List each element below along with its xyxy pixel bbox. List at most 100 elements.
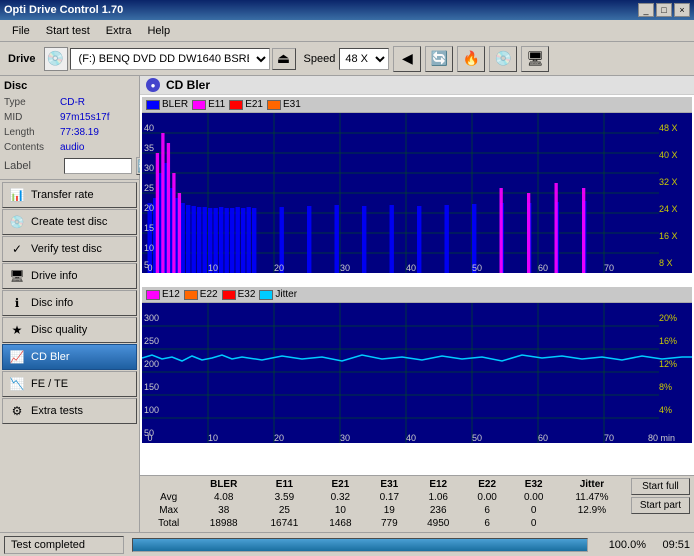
stats-col-e11: E11 [254,478,315,491]
top-chart-svg: 40 35 30 25 20 15 10 5 0 10 20 30 40 [142,113,692,273]
svg-text:10: 10 [144,243,154,253]
svg-text:250: 250 [144,336,159,346]
disc-type-value: CD-R [60,96,85,110]
nav-transfer-rate[interactable]: 📊 Transfer rate [2,182,137,208]
disc-length-row: Length 77:38.19 [4,126,135,140]
title-bar: Opti Drive Control 1.70 _ □ × [0,0,694,20]
stats-col-e12: E12 [413,478,464,491]
time-text: 09:51 [650,539,690,551]
disc-info-icon: ℹ [9,295,25,311]
nav-create-test-disc[interactable]: 💿 Create test disc [2,209,137,235]
nav-drive-info[interactable]: 🖥 Drive info [2,263,137,289]
stats-col-bler: BLER [193,478,254,491]
minimize-button[interactable]: _ [638,3,654,17]
svg-text:0: 0 [148,433,153,443]
drive-dropdown[interactable]: (F:) BENQ DVD DD DW1640 BSRB [70,48,270,70]
disc-label-row: Label 🔄 [4,157,135,175]
svg-text:10: 10 [208,433,218,443]
disc-mid-row: MID 97m15s17f [4,111,135,125]
max-e12: 236 [413,504,464,517]
stats-col-e32: E32 [510,478,557,491]
drive-icon: 💿 [44,47,68,71]
maximize-button[interactable]: □ [656,3,672,17]
max-e21: 10 [315,504,366,517]
menu-file[interactable]: File [4,23,38,39]
e32-legend-label: E32 [238,289,256,300]
svg-text:30: 30 [144,163,154,173]
disc-section: Disc Type CD-R MID 97m15s17f Length 77:3… [0,76,139,180]
stats-table: BLER E11 E21 E31 E12 E22 E32 Jitter [144,478,627,530]
burn-button[interactable]: 🔥 [457,46,485,72]
speed-dropdown[interactable]: 48 X [339,48,389,70]
nav-disc-quality[interactable]: ★ Disc quality [2,317,137,343]
e11-legend-label: E11 [208,99,225,110]
jitter-legend-label: Jitter [275,289,297,300]
nav-cd-bler-label: CD Bler [31,351,70,363]
settings-button[interactable]: 🖥 [521,46,549,72]
svg-text:16 X: 16 X [659,231,678,241]
create-test-disc-icon: 💿 [9,214,25,230]
charts-area: BLER E11 E21 E31 [140,95,694,532]
progress-container [132,538,588,552]
svg-text:50: 50 [472,263,482,273]
e22-legend: E22 [184,289,218,300]
back-button[interactable]: ◀ [393,46,421,72]
top-chart-wrapper: BLER E11 E21 E31 [142,97,692,285]
menu-extra[interactable]: Extra [98,23,140,39]
e22-legend-color [184,290,198,300]
nav-disc-info[interactable]: ℹ Disc info [2,290,137,316]
svg-text:0: 0 [148,263,153,273]
stats-area: BLER E11 E21 E31 E12 E22 E32 Jitter [140,475,694,532]
disc-label-input[interactable] [64,158,132,174]
nav-disc-info-label: Disc info [31,297,73,309]
nav-fe-te[interactable]: 📉 FE / TE [2,371,137,397]
avg-e12: 1.06 [413,491,464,504]
nav-cd-bler[interactable]: 📈 CD Bler [2,344,137,370]
chart-title-icon: ● [146,78,160,92]
bottom-chart-svg: 300 250 200 150 100 50 0 10 20 30 40 50 … [142,303,692,443]
toolbar: Drive 💿 (F:) BENQ DVD DD DW1640 BSRB ⏏ S… [0,42,694,76]
bler-legend-label: BLER [162,99,188,110]
svg-text:30: 30 [340,263,350,273]
svg-text:40: 40 [406,263,416,273]
svg-text:24 X: 24 X [659,204,678,214]
start-part-button[interactable]: Start part [631,497,690,514]
refresh-button[interactable]: 🔄 [425,46,453,72]
start-full-button[interactable]: Start full [631,478,690,495]
drive-info-icon: 🖥 [9,268,25,284]
svg-text:48 X: 48 X [659,123,678,133]
nav-extra-tests[interactable]: ⚙ Extra tests [2,398,137,424]
disc-mid-label: MID [4,111,60,125]
eject-button[interactable]: ⏏ [272,48,296,70]
window-controls[interactable]: _ □ × [638,3,690,17]
avg-e21: 0.32 [315,491,366,504]
svg-text:40: 40 [144,123,154,133]
svg-text:12%: 12% [659,359,677,369]
top-chart-canvas: 40 35 30 25 20 15 10 5 0 10 20 30 40 [142,113,692,273]
close-button[interactable]: × [674,3,690,17]
total-e11: 16741 [254,517,315,530]
disc-button[interactable]: 💿 [489,46,517,72]
verify-test-disc-icon: ✓ [9,241,25,257]
svg-text:20%: 20% [659,313,677,323]
disc-length-label: Length [4,126,60,140]
e21-legend-label: E21 [245,99,263,110]
total-label: Total [144,517,193,530]
disc-type-row: Type CD-R [4,96,135,110]
svg-text:300: 300 [144,313,159,323]
svg-text:15: 15 [144,223,154,233]
speed-label: Speed [304,53,336,65]
stats-col-e31: E31 [366,478,413,491]
svg-text:100: 100 [144,405,159,415]
chart-title: CD Bler [166,78,210,92]
chart-title-bar: ● CD Bler [140,76,694,95]
cd-bler-icon: 📈 [9,349,25,365]
stats-col-label [144,478,193,491]
nav-verify-test-disc[interactable]: ✓ Verify test disc [2,236,137,262]
menu-help[interactable]: Help [139,23,178,39]
total-e32: 0 [510,517,557,530]
avg-e11: 3.59 [254,491,315,504]
menu-start-test[interactable]: Start test [38,23,98,39]
nav-fe-te-label: FE / TE [31,378,68,390]
avg-jitter: 11.47% [557,491,627,504]
